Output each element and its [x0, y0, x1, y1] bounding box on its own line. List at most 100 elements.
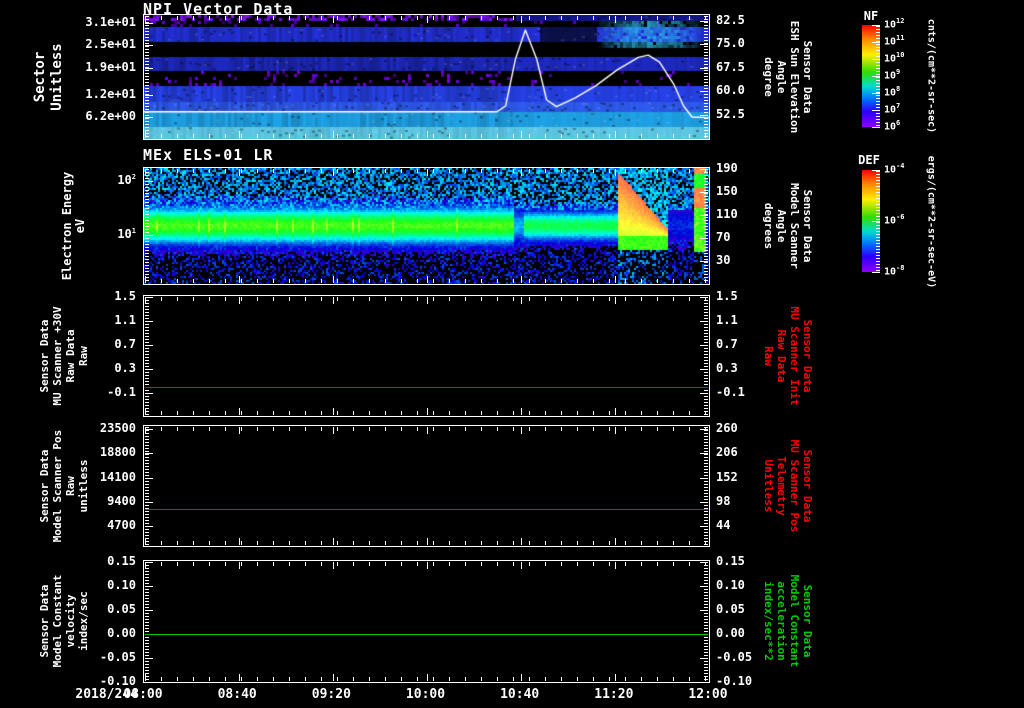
x-major-tick-bottom [333, 408, 334, 415]
y-major-tick [700, 91, 708, 93]
panel3-right-ticks: 1.5 1.1 0.7 0.3 -0.1 [716, 289, 762, 417]
x-major-tick-top [521, 427, 522, 434]
y-major-tick [700, 297, 708, 298]
x-major-tick-bottom [427, 131, 428, 138]
tick-label: -0.1 [716, 385, 745, 400]
panel3-left-ticks: 1.5 1.1 0.7 0.3 -0.1 [0, 289, 138, 417]
y-major-tick [145, 321, 153, 323]
colorbar-major-tick [872, 25, 880, 26]
tick-label: 190 [716, 161, 738, 175]
x-major-tick-top [145, 169, 146, 176]
x-major-tick-bottom [145, 276, 146, 283]
y-major-tick [145, 610, 153, 612]
npi-spectrogram-canvas [144, 15, 709, 139]
y-major-tick [145, 22, 153, 24]
tick-label: 1.1 [114, 313, 136, 328]
x-major-tick-bottom [709, 131, 710, 138]
x-major-tick-top [427, 16, 428, 23]
tick-label: 150 [716, 183, 738, 198]
x-axis-tick-label: 11:20 [594, 687, 634, 702]
x-axis-tick-label: 12:00 [688, 687, 728, 702]
x-major-tick-top [427, 297, 428, 304]
tick-label: 1.5 [114, 289, 136, 303]
x-major-tick-top [427, 562, 428, 569]
x-major-tick-bottom [239, 276, 240, 283]
x-major-tick-bottom [521, 276, 522, 283]
tick-label: 0.15 [107, 554, 136, 568]
colorbar-major-tick [872, 42, 880, 43]
tick-label: 0.10 [716, 578, 745, 592]
x-major-tick-bottom [145, 538, 146, 545]
y-major-tick [700, 237, 708, 239]
tick-label: 1.5 [716, 289, 738, 303]
colorbar-tick-label: 10-6 [884, 213, 905, 227]
x-major-tick-top [333, 562, 334, 569]
y-major-tick [145, 393, 153, 395]
y-major-tick [700, 214, 708, 216]
x-major-tick-top [709, 562, 710, 569]
data-series-line [145, 387, 708, 389]
x-major-tick-bottom [239, 408, 240, 415]
tick-label: 9400 [107, 494, 136, 508]
x-major-tick-top [521, 169, 522, 176]
x-major-tick-bottom [239, 538, 240, 545]
x-axis-tick-label: 08:40 [217, 687, 257, 702]
colorbar-tick-label: 1010 [884, 51, 905, 65]
colorbar-tick-label: 109 [884, 68, 901, 82]
panel2-title: MEx ELS-01 LR [143, 146, 274, 164]
x-major-tick-bottom [333, 276, 334, 283]
model-scanner-pos-panel [143, 425, 710, 547]
y-major-tick [700, 453, 708, 455]
y-major-tick [145, 68, 153, 70]
y-major-tick [700, 562, 708, 563]
mu-scanner-30v-panel [143, 295, 710, 417]
y-major-tick [145, 181, 153, 183]
x-major-tick-top [521, 562, 522, 569]
colorbar-major-tick [872, 93, 880, 94]
colorbar-tick-label: 10-8 [884, 264, 905, 278]
x-major-tick-top [521, 16, 522, 23]
x-axis-tick-labels: 08:00 08:40 09:20 10:00 10:40 11:20 12:00 [0, 687, 1024, 705]
y-major-tick [700, 369, 708, 371]
x-major-tick-top [427, 169, 428, 176]
y-major-tick [145, 116, 153, 118]
tick-label: -0.10 [99, 674, 136, 689]
y-minor-ticks-left [145, 562, 149, 681]
x-major-tick-top [239, 16, 240, 23]
x-major-tick-bottom [615, 538, 616, 545]
x-major-tick-top [709, 16, 710, 23]
tick-label: 67.5 [716, 59, 745, 74]
panel1-right-label: Sensor Data ESH Sun Elevation Angle degree [762, 20, 814, 134]
tick-label: -0.05 [99, 650, 136, 665]
x-axis-tick-label: 09:20 [311, 687, 351, 702]
tick-label: 0.15 [716, 554, 745, 568]
tick-label: 0.7 [716, 337, 738, 352]
tick-label: 0.00 [716, 626, 745, 641]
data-series-line [145, 508, 708, 510]
tick-label: 0.3 [716, 361, 738, 376]
x-major-tick-top [239, 562, 240, 569]
tick-label: 2.5e+01 [85, 37, 136, 52]
y-major-tick [700, 393, 708, 395]
colorbar-tick-label: 108 [884, 85, 901, 99]
x-major-tick-bottom [333, 674, 334, 681]
colorbar-tick-label: 107 [884, 102, 901, 116]
y-major-tick [145, 562, 153, 563]
y-minor-ticks-right [704, 169, 708, 283]
tick-label: 3.1e+01 [85, 14, 136, 29]
y-major-tick [700, 20, 708, 22]
y-major-tick [700, 428, 708, 430]
y-major-tick [700, 44, 708, 46]
plot-window: NPI Vector Data Sector Unitless 3.1e+01 2.… [0, 0, 1024, 708]
panel4-left-ticks: 23500 18800 14100 9400 4700 [0, 421, 138, 547]
tick-label: 82.5 [716, 12, 745, 27]
x-major-tick-top [615, 169, 616, 176]
data-series-line [145, 634, 708, 636]
x-major-tick-bottom [709, 276, 710, 283]
y-major-tick [700, 260, 708, 262]
panel2-left-ticks: 102 101 [0, 167, 138, 285]
x-major-tick-bottom [521, 674, 522, 681]
x-major-tick-top [239, 169, 240, 176]
panel5-right-label: Sensor Data Model Constant acceleration ind… [762, 574, 814, 668]
x-axis-tick-label: 08:00 [123, 687, 163, 702]
